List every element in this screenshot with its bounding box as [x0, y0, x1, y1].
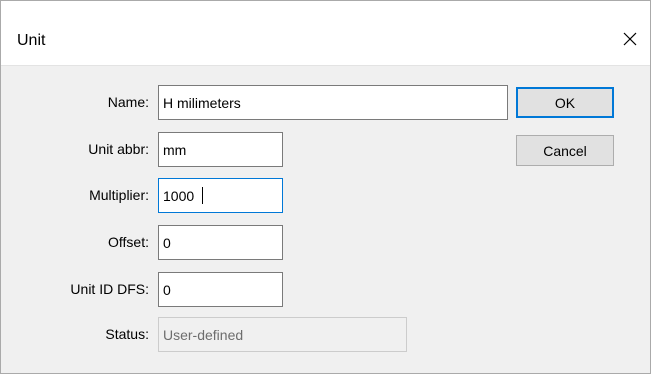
close-button[interactable]: [610, 19, 650, 59]
unit-abbr-input[interactable]: [158, 132, 283, 167]
close-icon: [623, 32, 637, 46]
unit-id-dfs-input[interactable]: [158, 272, 283, 307]
cancel-button[interactable]: Cancel: [516, 135, 614, 166]
title-bar: Unit: [1, 1, 650, 66]
offset-label: Offset:: [108, 234, 149, 250]
dialog-title: Unit: [17, 32, 46, 49]
offset-input[interactable]: [158, 225, 283, 260]
multiplier-input[interactable]: [158, 178, 283, 213]
multiplier-label: Multiplier:: [89, 187, 149, 203]
unit-abbr-label: Unit abbr:: [88, 141, 149, 157]
unit-dialog: Unit Name: Unit abbr: Multiplier: Offset…: [0, 0, 651, 374]
status-label: Status:: [105, 326, 149, 342]
name-input[interactable]: [158, 85, 508, 120]
ok-button[interactable]: OK: [516, 87, 614, 118]
text-caret: [202, 187, 203, 204]
status-field: [158, 317, 407, 352]
unit-id-dfs-label: Unit ID DFS:: [70, 281, 149, 297]
name-label: Name:: [107, 94, 149, 110]
